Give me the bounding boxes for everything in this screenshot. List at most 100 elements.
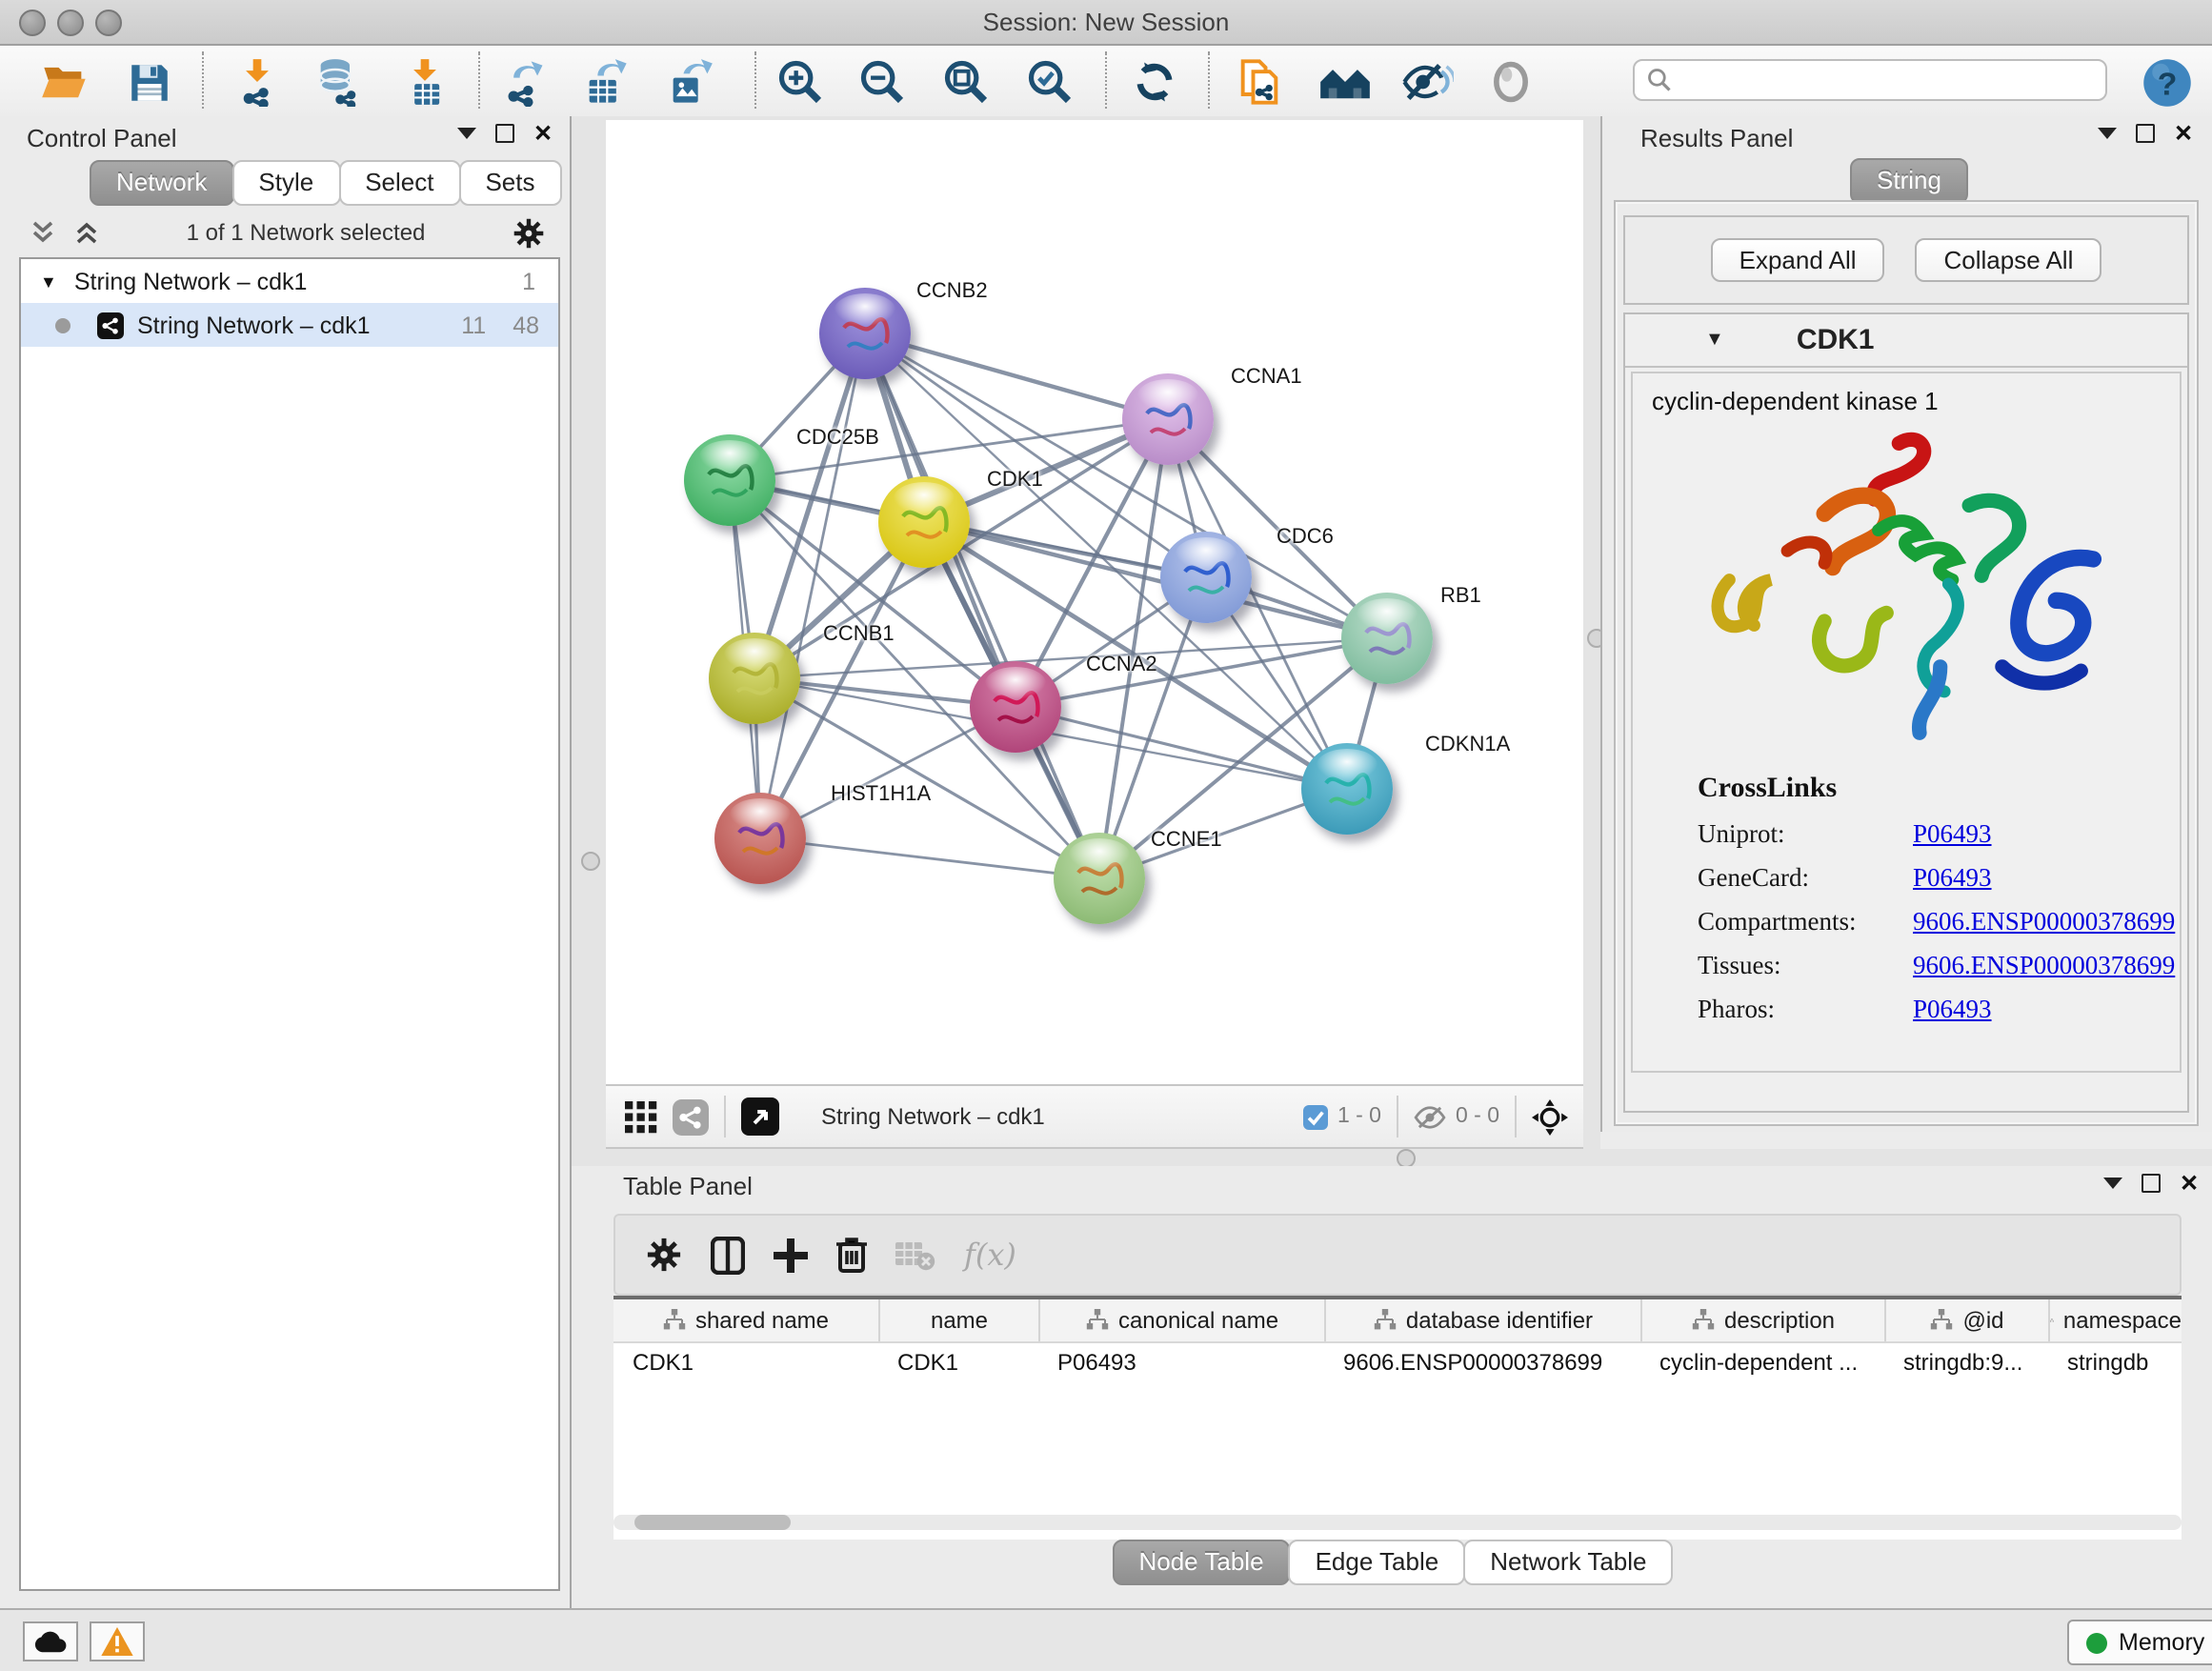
column-header-shared-name[interactable]: shared name	[613, 1299, 878, 1341]
column-header-name[interactable]: name	[878, 1299, 1038, 1341]
gene-header[interactable]: ▼ CDK1	[1625, 314, 2187, 368]
gene-expander-icon[interactable]: ▼	[1705, 330, 1724, 351]
memory-button[interactable]: Memory	[2067, 1620, 2212, 1665]
copy-network-button[interactable]	[1231, 53, 1288, 111]
column-header-canonical-name[interactable]: canonical name	[1038, 1299, 1324, 1341]
network-share-icon[interactable]	[673, 1098, 709, 1135]
scrollbar-thumb[interactable]	[634, 1515, 791, 1530]
search-field[interactable]	[1633, 59, 2107, 101]
network-canvas[interactable]: CCNB2CCNA1CDC25BCDK1CDC6RB1CCNB1CCNA2CDK…	[606, 120, 1583, 1084]
column-header-namespace[interactable]: namespace	[2048, 1299, 2182, 1341]
table-cell[interactable]: P06493	[1038, 1343, 1324, 1385]
warnings-button[interactable]	[90, 1621, 145, 1661]
import-table-file-button[interactable]	[396, 53, 453, 111]
panel-menu-icon[interactable]	[457, 128, 476, 139]
import-network-file-button[interactable]	[229, 53, 286, 111]
show-columns-icon[interactable]	[711, 1236, 745, 1274]
network-options-gear-icon[interactable]	[513, 216, 545, 249]
zoom-fit-button[interactable]	[937, 53, 995, 111]
network-node-cdc25b[interactable]	[684, 434, 775, 526]
open-session-button[interactable]	[36, 53, 93, 111]
delete-column-icon[interactable]	[836, 1237, 867, 1273]
table-horizontal-scrollbar[interactable]	[613, 1515, 2182, 1530]
selected-checkbox-icon[interactable]	[1303, 1104, 1328, 1129]
export-network-button[interactable]	[495, 53, 553, 111]
table-cell[interactable]: CDK1	[613, 1343, 878, 1385]
crosslink-link[interactable]: 9606.ENSP00000378699	[1913, 907, 2175, 937]
panel-float-icon[interactable]	[2142, 1174, 2161, 1193]
zoom-in-button[interactable]	[772, 53, 829, 111]
network-edge[interactable]	[760, 333, 865, 838]
network-node-cdkn1a[interactable]	[1301, 743, 1393, 835]
first-neighbors-button[interactable]	[1317, 53, 1374, 111]
table-options-gear-icon[interactable]	[646, 1237, 682, 1273]
panel-close-icon[interactable]: ✕	[533, 124, 553, 143]
network-edge[interactable]	[1016, 707, 1347, 789]
tab-select[interactable]: Select	[338, 160, 460, 206]
expand-all-icon[interactable]	[74, 219, 99, 246]
detach-view-icon[interactable]	[741, 1097, 779, 1136]
search-input[interactable]	[1673, 65, 2105, 95]
network-node-rb1[interactable]	[1341, 593, 1433, 684]
fit-content-crosshair-icon[interactable]	[1532, 1098, 1568, 1135]
network-node-cdc6[interactable]	[1160, 532, 1252, 623]
export-image-button[interactable]	[661, 53, 718, 111]
tab-network[interactable]: Network	[90, 160, 233, 206]
expand-all-button[interactable]: Expand All	[1711, 238, 1885, 282]
tab-sets[interactable]: Sets	[458, 160, 561, 206]
network-node-cdk1[interactable]	[878, 476, 970, 568]
network-node-ccnb2[interactable]	[819, 288, 911, 379]
network-node-ccne1[interactable]	[1054, 833, 1145, 924]
crosslink-link[interactable]: 9606.ENSP00000378699	[1913, 951, 2175, 981]
horizontal-splitter[interactable]	[572, 1149, 2212, 1166]
collapse-all-button[interactable]: Collapse All	[1916, 238, 2102, 282]
horizontal-splitter-handle[interactable]	[1397, 1149, 1416, 1168]
add-column-icon[interactable]	[774, 1238, 808, 1272]
collapse-all-icon[interactable]	[30, 219, 55, 246]
tab-string[interactable]: String	[1850, 158, 1968, 204]
column-header-@id[interactable]: @id	[1884, 1299, 2048, 1341]
tree-expander-icon[interactable]: ▼	[40, 272, 57, 291]
tab-style[interactable]: Style	[231, 160, 340, 206]
left-splitter-handle[interactable]	[581, 852, 600, 871]
crosslink-link[interactable]: P06493	[1913, 819, 1992, 850]
import-network-database-button[interactable]	[309, 53, 366, 111]
network-node-ccna2[interactable]	[970, 661, 1061, 753]
table-cell[interactable]: stringdb	[2048, 1343, 2182, 1385]
network-collection-row[interactable]: ▼ String Network – cdk1 1	[21, 259, 558, 303]
export-table-button[interactable]	[577, 53, 634, 111]
network-node-ccnb1[interactable]	[709, 633, 800, 724]
hidden-eye-icon[interactable]	[1414, 1104, 1446, 1129]
zoom-out-button[interactable]	[854, 53, 911, 111]
table-cell[interactable]: CDK1	[878, 1343, 1038, 1385]
tab-node-table[interactable]: Node Table	[1112, 1540, 1290, 1585]
network-node-hist1h1a[interactable]	[714, 793, 806, 884]
tab-network-table[interactable]: Network Table	[1463, 1540, 1673, 1585]
show-all-button[interactable]	[1482, 53, 1539, 111]
panel-menu-icon[interactable]	[2098, 128, 2117, 139]
table-cell[interactable]: 9606.ENSP00000378699	[1324, 1343, 1640, 1385]
column-header-description[interactable]: description	[1640, 1299, 1884, 1341]
network-row-selected[interactable]: String Network – cdk1 11 48	[21, 303, 558, 347]
network-view[interactable]: CCNB2CCNA1CDC25BCDK1CDC6RB1CCNB1CCNA2CDK…	[606, 120, 1583, 1084]
crosslink-link[interactable]: P06493	[1913, 995, 1992, 1025]
panel-close-icon[interactable]: ✕	[2174, 124, 2193, 143]
zoom-selected-button[interactable]	[1021, 53, 1078, 111]
cloud-status-button[interactable]	[23, 1621, 78, 1661]
table-cell[interactable]: stringdb:9...	[1884, 1343, 2048, 1385]
crosslink-link[interactable]: P06493	[1913, 863, 1992, 894]
network-node-ccna1[interactable]	[1122, 373, 1214, 465]
save-session-button[interactable]	[120, 53, 177, 111]
grid-view-icon[interactable]	[625, 1100, 657, 1133]
column-header-database-identifier[interactable]: database identifier	[1324, 1299, 1640, 1341]
panel-float-icon[interactable]	[495, 124, 514, 143]
network-edge[interactable]	[760, 838, 1099, 878]
tab-edge-table[interactable]: Edge Table	[1289, 1540, 1466, 1585]
panel-float-icon[interactable]	[2136, 124, 2155, 143]
table-row[interactable]: CDK1CDK1P064939606.ENSP00000378699cyclin…	[613, 1343, 2182, 1385]
panel-close-icon[interactable]: ✕	[2180, 1174, 2199, 1193]
help-button[interactable]: ?	[2138, 53, 2195, 111]
hide-selection-button[interactable]	[1398, 53, 1456, 111]
refresh-button[interactable]	[1126, 53, 1183, 111]
table-cell[interactable]: cyclin-dependent ...	[1640, 1343, 1884, 1385]
